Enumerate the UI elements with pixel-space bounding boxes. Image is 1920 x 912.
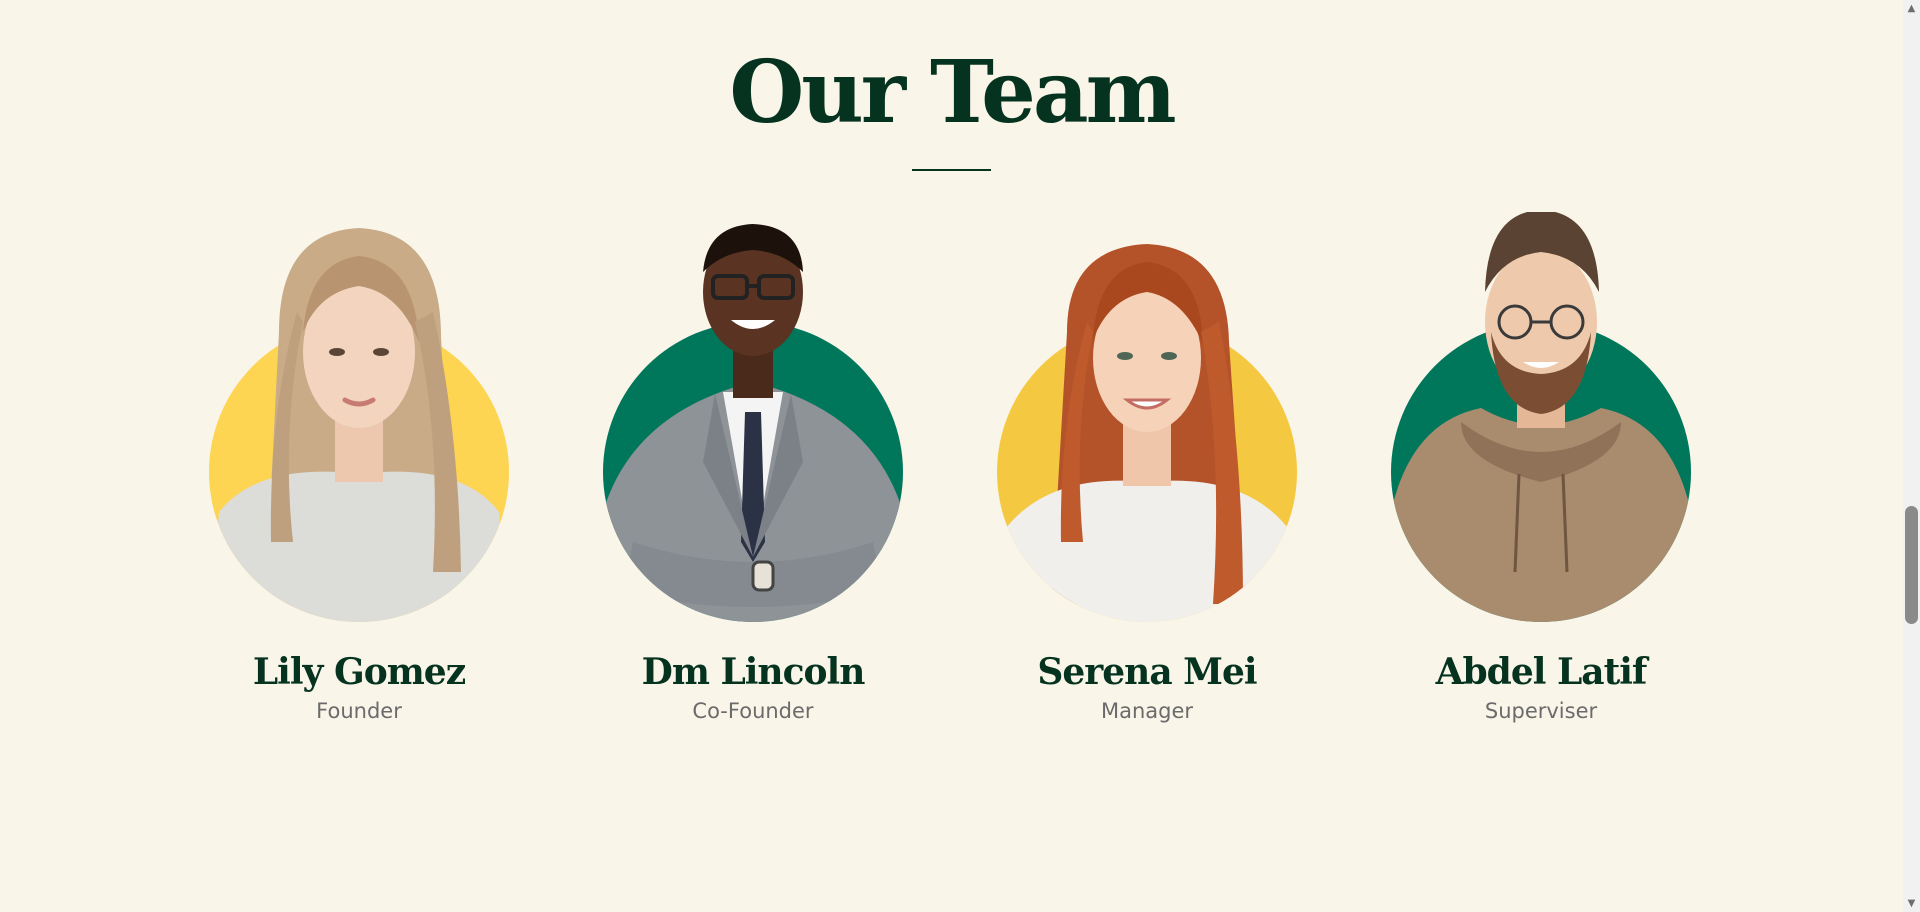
portrait-illustration (1391, 212, 1691, 622)
member-role: Manager (1100, 699, 1194, 723)
scroll-thumb[interactable] (1905, 506, 1918, 624)
member-role: Superviser (1484, 699, 1598, 723)
portrait-illustration (603, 224, 903, 622)
member-role: Co-Founder (692, 699, 814, 723)
team-grid: Lily Gomez Founder Dm Lincoln Co-Founder… (0, 0, 1903, 912)
vertical-scrollbar[interactable]: ▲ ▼ (1903, 0, 1920, 912)
member-name: Serena Mei (1037, 651, 1257, 693)
team-member-card: Dm Lincoln Co-Founder (553, 0, 953, 760)
team-member-card: Lily Gomez Founder (159, 0, 559, 760)
portrait-illustration (209, 228, 509, 622)
member-photo (209, 212, 509, 622)
team-member-card: Serena Mei Manager (947, 0, 1347, 760)
scroll-down-icon[interactable]: ▼ (1903, 895, 1920, 912)
member-role: Founder (316, 699, 402, 723)
member-photo (603, 212, 903, 622)
page: Our Team Lily Gomez Founder Dm Lincoln C… (0, 0, 1920, 912)
member-name: Dm Lincoln (641, 651, 866, 693)
member-name: Abdel Latif (1435, 651, 1648, 693)
member-photo (997, 212, 1297, 622)
team-member-card: Abdel Latif Superviser (1341, 0, 1741, 760)
member-photo (1391, 212, 1691, 622)
portrait-illustration (997, 244, 1297, 622)
scroll-up-icon[interactable]: ▲ (1903, 0, 1920, 17)
team-section: Our Team Lily Gomez Founder Dm Lincoln C… (0, 0, 1903, 912)
member-name: Lily Gomez (252, 651, 466, 693)
